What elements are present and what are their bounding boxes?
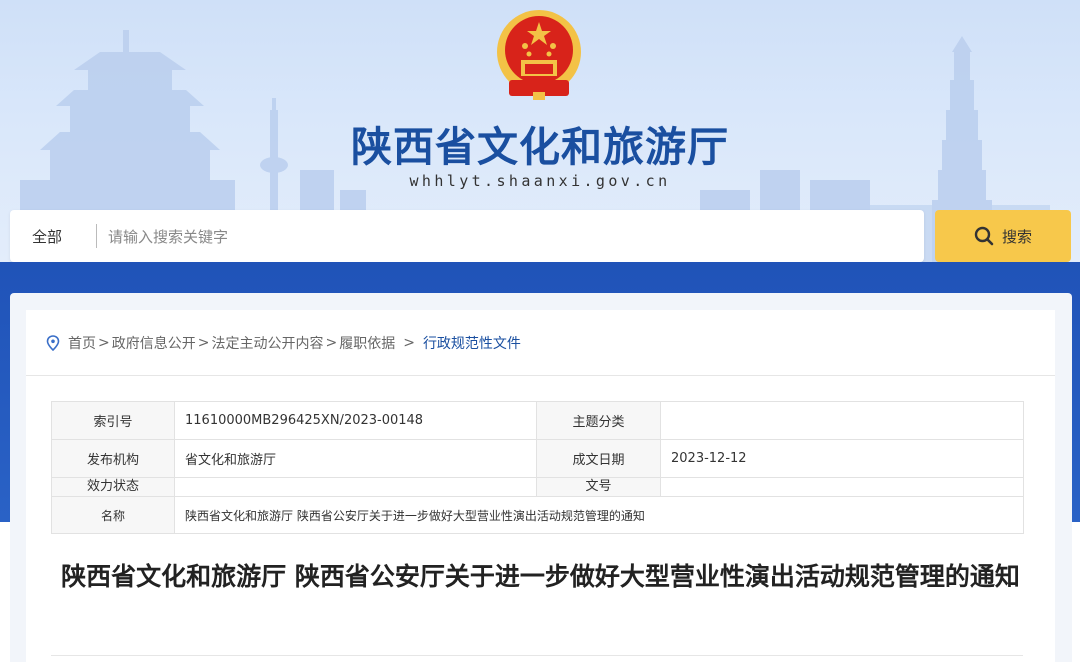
- site-domain: whhlyt.shaanxi.gov.cn: [409, 172, 671, 190]
- breadcrumb-divider: [26, 375, 1055, 376]
- breadcrumb: 首页 > 政府信息公开 > 法定主动公开内容 > 履职依据 > 行政规范性文件: [46, 332, 521, 354]
- meta-value-validity: [174, 477, 537, 497]
- meta-label-index: 索引号: [51, 401, 175, 440]
- site-title: 陕西省文化和旅游厅: [351, 123, 729, 171]
- meta-label-date: 成文日期: [536, 439, 661, 478]
- breadcrumb-separator: >: [325, 335, 338, 351]
- meta-value-date: 2023-12-12: [660, 439, 1024, 478]
- meta-row: 发布机构 省文化和旅游厅 成文日期 2023-12-12: [51, 439, 1024, 478]
- meta-label-docno: 文号: [536, 477, 661, 497]
- breadcrumb-separator: >: [403, 335, 415, 351]
- breadcrumb-separator: >: [98, 335, 110, 351]
- breadcrumb-separator: >: [197, 335, 210, 351]
- breadcrumb-home[interactable]: 首页: [68, 333, 96, 353]
- meta-label-publisher: 发布机构: [51, 439, 175, 478]
- meta-value-name: 陕西省文化和旅游厅 陕西省公安厅关于进一步做好大型营业性演出活动规范管理的通知: [174, 496, 1024, 534]
- meta-label-name: 名称: [51, 496, 175, 534]
- meta-label-validity: 效力状态: [51, 477, 175, 497]
- breadcrumb-statutory[interactable]: 法定主动公开内容: [211, 333, 323, 353]
- meta-value-index: 11610000MB296425XN/2023-00148: [174, 401, 537, 440]
- article-title: 陕西省文化和旅游厅 陕西省公安厅关于进一步做好大型营业性演出活动规范管理的通知: [61, 562, 1020, 591]
- breadcrumb-current[interactable]: 行政规范性文件: [423, 333, 521, 353]
- meta-value-publisher: 省文化和旅游厅: [174, 439, 537, 478]
- meta-value-topic: [660, 401, 1024, 440]
- meta-row: 效力状态 文号: [51, 477, 1024, 497]
- search-button-label: 搜索: [1001, 227, 1032, 246]
- meta-row: 名称 陕西省文化和旅游厅 陕西省公安厅关于进一步做好大型营业性演出活动规范管理的…: [51, 496, 1024, 534]
- breadcrumb-gov-info[interactable]: 政府信息公开: [112, 333, 196, 353]
- search-input[interactable]: [106, 220, 910, 254]
- meta-label-topic: 主题分类: [536, 401, 661, 440]
- meta-row: 索引号 11610000MB296425XN/2023-00148 主题分类: [51, 401, 1024, 440]
- search-divider: [96, 224, 97, 248]
- search-bar: 全部: [10, 210, 924, 262]
- search-icon: [974, 226, 994, 246]
- meta-value-docno: [660, 477, 1024, 497]
- breadcrumb-duty-basis[interactable]: 履职依据: [339, 333, 395, 353]
- title-divider: [51, 655, 1023, 656]
- search-scope-label[interactable]: 全部: [32, 226, 62, 247]
- location-pin-icon: [46, 335, 60, 351]
- search-button[interactable]: 搜索: [935, 210, 1071, 262]
- content-card: 首页 > 政府信息公开 > 法定主动公开内容 > 履职依据 > 行政规范性文件 …: [26, 310, 1055, 662]
- document-meta-table: 索引号 11610000MB296425XN/2023-00148 主题分类 发…: [51, 401, 1024, 534]
- national-emblem-icon: [497, 10, 581, 100]
